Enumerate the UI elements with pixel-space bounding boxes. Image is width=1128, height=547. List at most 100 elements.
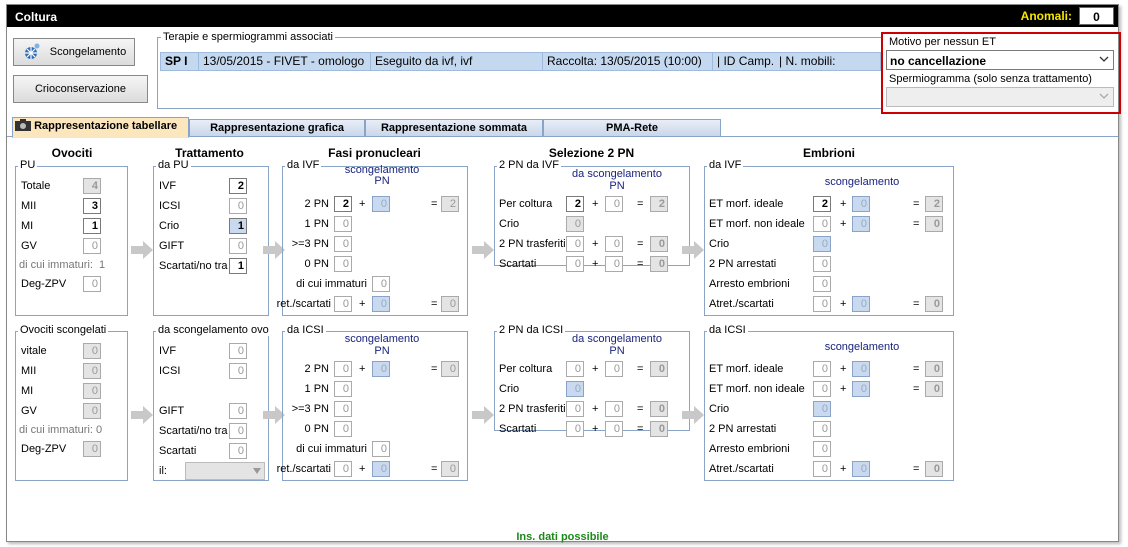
top-sel-scong[interactable]: 0 (605, 196, 623, 212)
top-tratt-input[interactable]: 1 (229, 218, 247, 234)
top-fasi-scong-input[interactable]: 0 (372, 196, 390, 212)
bottom-fasi-atr-total[interactable]: 0 (441, 461, 459, 477)
top-sel-input[interactable]: 2 (566, 196, 584, 212)
bottom-sel-total[interactable]: 0 (650, 401, 668, 417)
top-sel-total[interactable]: 2 (650, 196, 668, 212)
bottom-pu-input[interactable]: 0 (83, 363, 101, 379)
bottom-emb-scong[interactable]: 0 (852, 461, 870, 477)
bottom-sel-scong[interactable]: 0 (605, 421, 623, 437)
top-emb-input[interactable]: 0 (813, 256, 831, 272)
bottom-emb-input[interactable]: 0 (813, 441, 831, 457)
motivo-select[interactable]: no cancellazione (886, 50, 1114, 70)
bottom-pu-input[interactable]: 0 (83, 343, 101, 359)
bottom-sel-label: Crio (499, 383, 520, 395)
top-emb-input[interactable]: 0 (813, 276, 831, 292)
top-emb-input[interactable]: 0 (813, 216, 831, 232)
bottom-sel-total[interactable]: 0 (650, 361, 668, 377)
top-sel-scong[interactable]: 0 (605, 236, 623, 252)
bottom-fasi-input[interactable]: 0 (334, 421, 352, 437)
il-select[interactable] (185, 462, 265, 480)
bottom-sel-total[interactable]: 0 (650, 421, 668, 437)
top-fasi-input[interactable]: 0 (334, 236, 352, 252)
top-tratt-input[interactable]: 2 (229, 178, 247, 194)
bottom-fasi-total[interactable]: 0 (441, 361, 459, 377)
top-tratt-input[interactable]: 0 (229, 198, 247, 214)
bottom-pu-input[interactable]: 0 (83, 383, 101, 399)
top-fasi-input[interactable]: 0 (334, 256, 352, 272)
bottom-emb-scong[interactable]: 0 (852, 361, 870, 377)
top-fasi-atr-input[interactable]: 0 (334, 296, 352, 312)
arrow-right-icon (472, 406, 494, 424)
top-fasi-total[interactable]: 2 (441, 196, 459, 212)
top-deg-input[interactable]: 0 (83, 276, 101, 292)
bottom-sel-input[interactable]: 0 (566, 421, 584, 437)
top-pu-input[interactable]: 4 (83, 178, 101, 194)
bottom-sel-scong[interactable]: 0 (605, 401, 623, 417)
tab-pma-rete[interactable]: PMA-Rete (543, 119, 721, 137)
bottom-emb-total[interactable]: 0 (925, 361, 943, 377)
top-emb-scong[interactable]: 0 (852, 216, 870, 232)
bottom-emb-input[interactable]: 0 (813, 401, 831, 417)
top-fasi-imm-input[interactable]: 0 (372, 276, 390, 292)
top-sel-input[interactable]: 0 (566, 256, 584, 272)
top-emb-total[interactable]: 2 (925, 196, 943, 212)
top-sel-sub: da scongelamento (572, 168, 662, 180)
top-pu-input[interactable]: 1 (83, 218, 101, 234)
bottom-pu-input[interactable]: 0 (83, 403, 101, 419)
bottom-tratt-input[interactable]: 0 (229, 343, 247, 359)
top-emb-scong[interactable]: 0 (852, 196, 870, 212)
bottom-emb-scong[interactable]: 0 (852, 381, 870, 397)
bottom-tratt-input[interactable]: 0 (229, 443, 247, 459)
arrow-right-icon (131, 406, 153, 424)
top-emb-input[interactable]: 2 (813, 196, 831, 212)
scongelamento-button[interactable]: Scongelamento (13, 38, 135, 66)
bottom-emb-total[interactable]: 0 (925, 461, 943, 477)
bottom-emb-input[interactable]: 0 (813, 421, 831, 437)
tab-tabellare[interactable]: Rappresentazione tabellare (12, 117, 189, 138)
top-emb-scong[interactable]: 0 (852, 296, 870, 312)
bottom-deg-input[interactable]: 0 (83, 441, 101, 457)
bottom-sel-input[interactable]: 0 (566, 381, 584, 397)
bottom-emb-input[interactable]: 0 (813, 381, 831, 397)
bottom-fasi-label: >=3 PN (291, 403, 329, 415)
top-pu-input[interactable]: 0 (83, 238, 101, 254)
bottom-fasi-input[interactable]: 0 (334, 401, 352, 417)
top-sel-input[interactable]: 0 (566, 236, 584, 252)
spermiogramma-select[interactable] (886, 87, 1114, 107)
bottom-fasi-imm-input[interactable]: 0 (372, 441, 390, 457)
top-emb-input[interactable]: 0 (813, 296, 831, 312)
crioconservazione-button[interactable]: Crioconservazione (13, 75, 148, 103)
bottom-emb-total[interactable]: 0 (925, 381, 943, 397)
top-emb-input[interactable]: 0 (813, 236, 831, 252)
top-fasi-input[interactable]: 0 (334, 216, 352, 232)
top-fasi-input[interactable]: 2 (334, 196, 352, 212)
tab-grafica[interactable]: Rappresentazione grafica (189, 119, 365, 137)
top-fasi-atr-scong[interactable]: 0 (372, 296, 390, 312)
bottom-fasi-atr-scong[interactable]: 0 (372, 461, 390, 477)
bottom-sel-scong[interactable]: 0 (605, 361, 623, 377)
top-sel-scong[interactable]: 0 (605, 256, 623, 272)
bottom-fasi-scong-input[interactable]: 0 (372, 361, 390, 377)
bottom-tratt-input[interactable]: 0 (229, 423, 247, 439)
bottom-emb-input[interactable]: 0 (813, 361, 831, 377)
top-emb-total[interactable]: 0 (925, 216, 943, 232)
top-pu-input[interactable]: 3 (83, 198, 101, 214)
top-emb-total[interactable]: 0 (925, 296, 943, 312)
bottom-fasi-input[interactable]: 0 (334, 381, 352, 397)
bottom-fasi-input[interactable]: 0 (334, 361, 352, 377)
top-sel-input[interactable]: 0 (566, 216, 584, 232)
top-fasi-atr-total[interactable]: 0 (441, 296, 459, 312)
bottom-fasi-atr-input[interactable]: 0 (334, 461, 352, 477)
bottom-emb-input[interactable]: 0 (813, 461, 831, 477)
terapie-row[interactable]: SP I 13/05/2015 - FIVET - omologo Esegui… (160, 52, 881, 71)
bottom-tratt-input[interactable]: 0 (229, 363, 247, 379)
plus-sign: + (359, 463, 366, 475)
tab-sommata[interactable]: Rappresentazione sommata (365, 119, 543, 137)
top-sel-total[interactable]: 0 (650, 256, 668, 272)
top-sel-total[interactable]: 0 (650, 236, 668, 252)
top-tratt-input[interactable]: 0 (229, 238, 247, 254)
bottom-sel-input[interactable]: 0 (566, 401, 584, 417)
top-tratt-input[interactable]: 1 (229, 258, 247, 274)
bottom-tratt-input[interactable]: 0 (229, 403, 247, 419)
bottom-sel-input[interactable]: 0 (566, 361, 584, 377)
